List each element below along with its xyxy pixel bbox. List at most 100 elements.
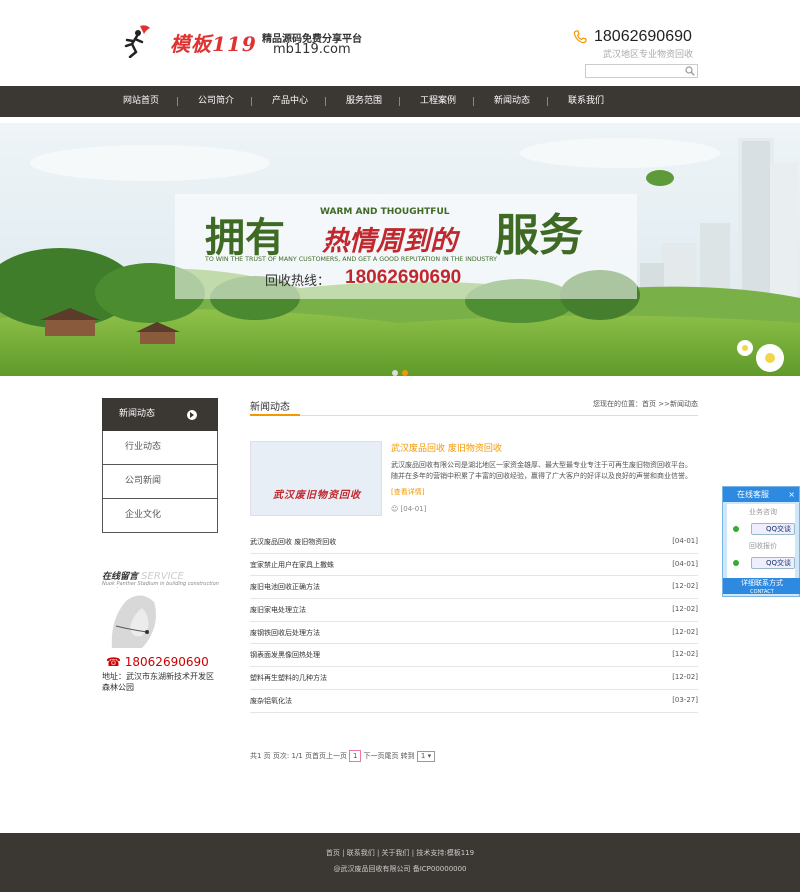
- arrow-right-icon: [187, 410, 197, 420]
- nav-item-products[interactable]: 产品中心: [272, 86, 308, 117]
- sidebar-item-industry[interactable]: 行业动态: [102, 431, 218, 465]
- search-icon[interactable]: [685, 66, 695, 76]
- contact-details-en: CONTACT: [750, 589, 774, 595]
- clock-icon: ☺: [391, 505, 399, 513]
- list-item[interactable]: 废钢铁回收后处理方法 [12-02]: [250, 622, 698, 645]
- title-divider: [250, 415, 698, 416]
- pagination-next[interactable]: 下一页尾页 转到: [363, 752, 414, 760]
- service-address: 地址：武汉市东湖新技术开发区森林公园: [102, 672, 214, 692]
- nav-divider: [473, 97, 474, 106]
- list-item[interactable]: 武汉废品回收 废旧物资回收 [04-01]: [250, 531, 698, 554]
- list-item[interactable]: 废杂铝氧化法 [03-27]: [250, 690, 698, 713]
- news-title[interactable]: 废旧电池回收正确方法: [250, 582, 320, 592]
- sidebar-heading[interactable]: 新闻动态: [102, 398, 218, 431]
- header-phone-number: 18062690690: [594, 28, 692, 45]
- list-item[interactable]: 宜家禁止用户在家具上撒蛛 [04-01]: [250, 554, 698, 577]
- service-box: 在线留言 SERVICE Nuok Panther Stadium in bui…: [102, 568, 220, 694]
- list-item[interactable]: 钢表面发黑像回热处理 [12-02]: [250, 644, 698, 668]
- news-title[interactable]: 武汉废品回收 废旧物资回收: [250, 537, 336, 547]
- footer-copyright: @武汉废品回收有限公司 备ICP00000000: [333, 865, 467, 873]
- title-accent: [250, 414, 300, 416]
- sidebar: 新闻动态 行业动态 公司新闻 企业文化: [102, 398, 218, 533]
- news-list: 武汉废品回收 废旧物资回收 [04-01] 宜家禁止用户在家具上撒蛛 [04-01]…: [250, 531, 698, 713]
- nav-divider: [547, 97, 548, 106]
- pagination: 共1 页 页次: 1/1 页首页上一页 1 下一页尾页 转到 1 ▾: [250, 750, 436, 762]
- nav-item-home[interactable]: 网站首页: [123, 86, 159, 117]
- featured-description: 武汉废品回收有限公司是湖北地区一家资金雄厚、最大型最专业专注于可再生废旧物资回收…: [391, 461, 692, 480]
- news-title[interactable]: 宜家禁止用户在家具上撒蛛: [250, 560, 334, 570]
- list-item[interactable]: 塑料再生塑料的几种方法 [12-02]: [250, 667, 698, 690]
- qq-label-quote: 回收报价: [749, 542, 777, 550]
- news-date: [04-01]: [672, 537, 698, 545]
- news-title[interactable]: 废旧家电处理立法: [250, 605, 306, 615]
- nav-divider: [177, 97, 178, 106]
- service-phone-number: 18062690690: [124, 655, 209, 669]
- hero-hotline-number: 18062690690: [345, 267, 462, 288]
- footer-links[interactable]: 首页 | 联系我们 | 关于我们 | 技术支持:模板119: [0, 848, 800, 858]
- search-input[interactable]: [585, 64, 698, 78]
- news-date: [12-02]: [672, 582, 698, 591]
- nav-item-cases[interactable]: 工程案例: [420, 86, 456, 117]
- news-date: [03-27]: [672, 695, 698, 704]
- qq-chat-button[interactable]: QQ交谈: [751, 557, 795, 569]
- nav-divider: [251, 97, 252, 106]
- contact-details-label: 详细联系方式: [741, 579, 783, 587]
- featured-title[interactable]: 武汉废品回收 废旧物资回收: [391, 441, 502, 454]
- online-service-header: 在线客服 ×: [723, 487, 799, 502]
- pagination-info[interactable]: 共1 页 页次: 1/1 页首页上一页: [250, 752, 347, 760]
- news-date: [12-02]: [672, 627, 698, 636]
- news-title[interactable]: 塑料再生塑料的几种方法: [250, 673, 327, 683]
- news-date: [04-01]: [672, 559, 698, 568]
- featured-more-link[interactable]: [查看详情]: [391, 487, 424, 497]
- hero-en-top: WARM AND THOUGHTFUL: [320, 207, 450, 217]
- page-number-current[interactable]: 1: [349, 750, 362, 762]
- runner-logo-icon: [124, 25, 150, 58]
- sidebar-heading-label: 新闻动态: [119, 409, 156, 419]
- sidebar-item-company-news[interactable]: 公司新闻: [102, 465, 218, 499]
- site-logo[interactable]: 模板119 精品源码免费分享平台 mb119.com: [118, 22, 368, 62]
- hero-hotline-label: 回收热线：: [265, 274, 331, 289]
- qq-label-business: 业务咨询: [749, 508, 777, 516]
- news-date: [12-02]: [672, 650, 698, 659]
- hero-big-left: 拥有: [205, 214, 285, 261]
- nav-item-news[interactable]: 新闻动态: [494, 86, 530, 117]
- featured-date-text: [04-01]: [400, 505, 427, 513]
- hero-headline: 拥有 WARM AND THOUGHTFUL 热情周到的 服务 TO WIN T…: [205, 199, 635, 299]
- hero-en-line: TO WIN THE TRUST OF MANY CUSTOMERS, AND …: [205, 256, 497, 263]
- news-title[interactable]: 废杂铝氧化法: [250, 696, 292, 706]
- service-phone: ☎ 18062690690: [106, 655, 209, 669]
- nav-item-contact[interactable]: 联系我们: [568, 86, 604, 117]
- news-date: [12-02]: [672, 673, 698, 682]
- close-icon[interactable]: ×: [788, 487, 795, 502]
- news-title[interactable]: 钢表面发黑像回热处理: [250, 650, 320, 660]
- nav-item-services[interactable]: 服务范围: [346, 86, 382, 117]
- nav-item-about[interactable]: 公司简介: [198, 86, 234, 117]
- hero-big-right: 服务: [495, 210, 583, 261]
- banner-dot-active[interactable]: [402, 370, 408, 376]
- hero-banner[interactable]: 拥有 WARM AND THOUGHTFUL 热情周到的 服务 TO WIN T…: [0, 123, 800, 376]
- news-title[interactable]: 废钢铁回收后处理方法: [250, 628, 320, 638]
- breadcrumb: 您现在的位置：首页 >>新闻动态: [593, 400, 698, 408]
- contact-details-link[interactable]: 详细联系方式 CONTACT: [723, 578, 800, 595]
- online-service-body: 业务咨询 QQ交谈 回收报价 QQ交谈: [727, 504, 795, 580]
- header-phone-subtitle: 武汉地区专业物资回收: [603, 50, 694, 60]
- featured-date: ☺ [04-01]: [391, 505, 426, 513]
- site-footer: 首页 | 联系我们 | 关于我们 | 技术支持:模板119 @武汉废品回收有限公…: [0, 833, 800, 892]
- online-service-panel: 在线客服 × 业务咨询 QQ交谈 回收报价 QQ交谈 详细联系方式 CONTAC…: [722, 486, 800, 597]
- brand-domain: mb119.com: [273, 42, 351, 57]
- list-item[interactable]: 废旧家电处理立法 [12-02]: [250, 599, 698, 622]
- phone-icon: [573, 30, 587, 44]
- page-select[interactable]: 1 ▾: [416, 751, 436, 762]
- main-nav: 网站首页 公司简介 产品中心 服务范围 工程案例 新闻动态 联系我们: [0, 86, 800, 117]
- site-header: 模板119 精品源码免费分享平台 mb119.com 18062690690 武…: [0, 0, 800, 86]
- list-item[interactable]: 废旧电池回收正确方法 [12-02]: [250, 576, 698, 600]
- sidebar-item-culture[interactable]: 企业文化: [102, 499, 218, 533]
- nav-divider: [325, 97, 326, 106]
- featured-image-text: 武汉废旧物资回收: [273, 490, 361, 501]
- nav-divider: [399, 97, 400, 106]
- qq-chat-button[interactable]: QQ交谈: [751, 523, 795, 535]
- featured-image[interactable]: 武汉废旧物资回收: [250, 441, 382, 516]
- online-service-title: 在线客服: [737, 490, 769, 499]
- news-date: [12-02]: [672, 605, 698, 614]
- banner-dot[interactable]: [392, 370, 398, 376]
